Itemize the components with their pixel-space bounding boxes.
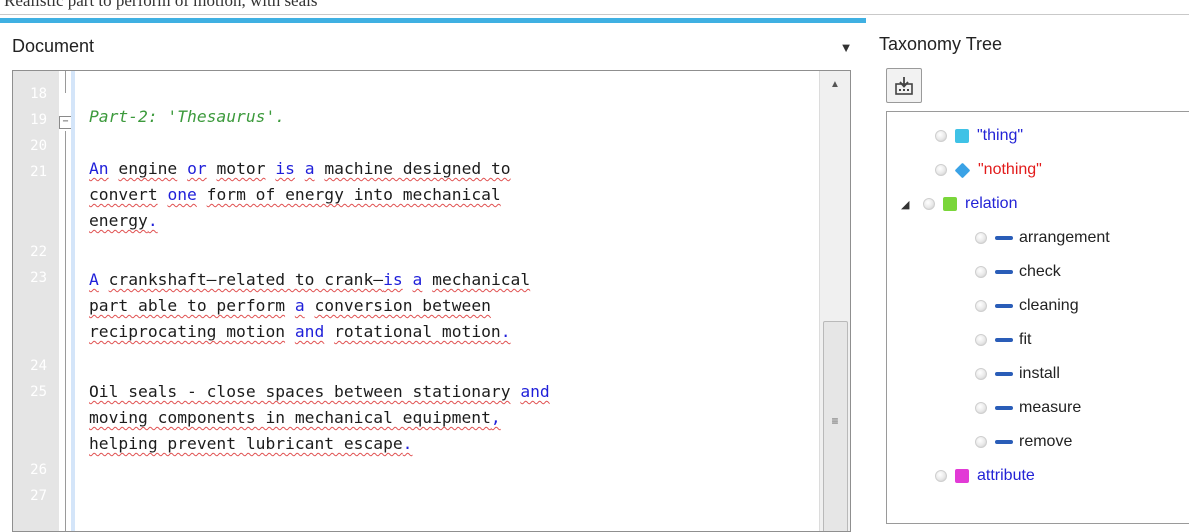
radio-button[interactable] — [975, 232, 987, 244]
code-line: Part-2: 'Thesaurus'. — [89, 107, 286, 126]
tree-node-label: "nothing" — [978, 161, 1042, 178]
top-caption: Realistic part to perform of motion, wit… — [4, 0, 318, 10]
tree-child-node[interactable]: check — [975, 258, 1061, 286]
tree-node-label: measure — [1019, 399, 1082, 416]
tree-child-node[interactable]: cleaning — [975, 292, 1079, 320]
tree-child-node[interactable]: remove — [975, 428, 1072, 456]
line-number: 24 — [30, 358, 47, 374]
line-number: 22 — [30, 244, 47, 260]
relation-dash-icon — [995, 406, 1013, 410]
code-line: helping prevent lubricant escape. — [89, 434, 413, 453]
line-number-gutter: 18 19 20 21 22 23 24 25 26 27 — [13, 71, 59, 531]
tree-node-thing[interactable]: "thing" — [935, 122, 1023, 150]
change-margin-bar — [71, 71, 75, 531]
code-line: reciprocating motion and rotational moti… — [89, 322, 511, 341]
radio-button[interactable] — [923, 198, 935, 210]
code-line: moving components in mechanical equipmen… — [89, 408, 501, 427]
diamond-icon — [954, 162, 971, 178]
top-caption-strip: Realistic part to perform of motion, wit… — [0, 0, 1189, 15]
chevron-down-icon: ▼ — [839, 39, 853, 55]
tree-child-node[interactable]: arrangement — [975, 224, 1110, 252]
code-line: part able to perform a conversion betwee… — [89, 296, 491, 315]
tree-child-node[interactable]: install — [975, 360, 1060, 388]
relation-dash-icon — [995, 236, 1013, 240]
line-number: 21 — [30, 164, 47, 180]
radio-button[interactable] — [975, 266, 987, 278]
line-number: 26 — [30, 462, 47, 478]
tree-node-nothing[interactable]: "nothing" — [935, 156, 1042, 184]
taxonomy-pane: Taxonomy Tree "thing" "nothing" ◢ relati… — [866, 14, 1189, 524]
tree-node-label: "thing" — [977, 127, 1024, 144]
grip-icon: ≡ — [831, 414, 839, 428]
radio-button[interactable] — [975, 334, 987, 346]
tree-child-node[interactable]: measure — [975, 394, 1081, 422]
line-number: 18 — [30, 86, 47, 102]
taxonomy-title: Taxonomy Tree — [879, 34, 1003, 54]
tree-node-label: attribute — [977, 467, 1035, 484]
line-number: 19 — [30, 112, 47, 128]
scrollbar-thumb[interactable]: ≡ — [823, 321, 848, 531]
fold-guide-line — [65, 71, 66, 93]
cube-icon — [955, 129, 969, 143]
document-pane: Document ▼ 18 19 20 21 22 23 24 25 26 27… — [0, 14, 866, 532]
line-number: 25 — [30, 384, 47, 400]
code-line: Oil seals - close spaces between station… — [89, 382, 550, 401]
tree-node-label: cleaning — [1019, 297, 1079, 314]
relation-dash-icon — [995, 372, 1013, 376]
document-title: Document — [12, 36, 95, 56]
tree-node-label: install — [1019, 365, 1060, 382]
radio-button[interactable] — [935, 470, 947, 482]
radio-button[interactable] — [975, 436, 987, 448]
line-number: 20 — [30, 138, 47, 154]
code-line: An engine or motor is a machine designed… — [89, 159, 511, 178]
radio-button[interactable] — [975, 368, 987, 380]
code-line: convert one form of energy into mechanic… — [89, 185, 501, 204]
line-number: 23 — [30, 270, 47, 286]
code-line: A crankshaft—related to crank—is a mecha… — [89, 270, 531, 289]
tree-child-node[interactable]: fit — [975, 326, 1031, 354]
relation-dash-icon — [995, 440, 1013, 444]
import-button[interactable] — [886, 68, 922, 103]
relation-dash-icon — [995, 270, 1013, 274]
tree-node-label: relation — [965, 195, 1018, 212]
code-line: energy. — [89, 211, 158, 230]
document-dropdown-button[interactable]: ▼ — [836, 38, 856, 56]
cube-icon — [955, 469, 969, 483]
line-number: 27 — [30, 488, 47, 504]
radio-button[interactable] — [935, 130, 947, 142]
tree-node-label: fit — [1019, 331, 1032, 348]
scroll-up-icon[interactable]: ▲ — [820, 79, 850, 93]
editor-scrollbar[interactable]: ▲ ≡ — [819, 71, 850, 531]
relation-dash-icon — [995, 304, 1013, 308]
document-header: Document ▼ — [0, 24, 866, 70]
fold-guide-line — [65, 131, 66, 531]
tree-node-label: check — [1019, 263, 1061, 280]
tree-node-label: arrangement — [1019, 229, 1110, 246]
collapse-triangle-icon[interactable]: ◢ — [901, 198, 913, 211]
tree-node-relation[interactable]: ◢ relation — [901, 190, 1017, 218]
cube-icon — [943, 197, 957, 211]
taxonomy-tree[interactable]: "thing" "nothing" ◢ relation arrangement… — [886, 111, 1189, 524]
radio-button[interactable] — [975, 300, 987, 312]
document-editor[interactable]: 18 19 20 21 22 23 24 25 26 27 − Part-2: … — [12, 70, 851, 532]
relation-dash-icon — [995, 338, 1013, 342]
radio-button[interactable] — [975, 402, 987, 414]
import-icon — [895, 76, 913, 95]
document-accent-bar — [0, 18, 866, 23]
tree-node-label: remove — [1019, 433, 1073, 450]
tree-node-attribute[interactable]: attribute — [935, 462, 1035, 490]
radio-button[interactable] — [935, 164, 947, 176]
